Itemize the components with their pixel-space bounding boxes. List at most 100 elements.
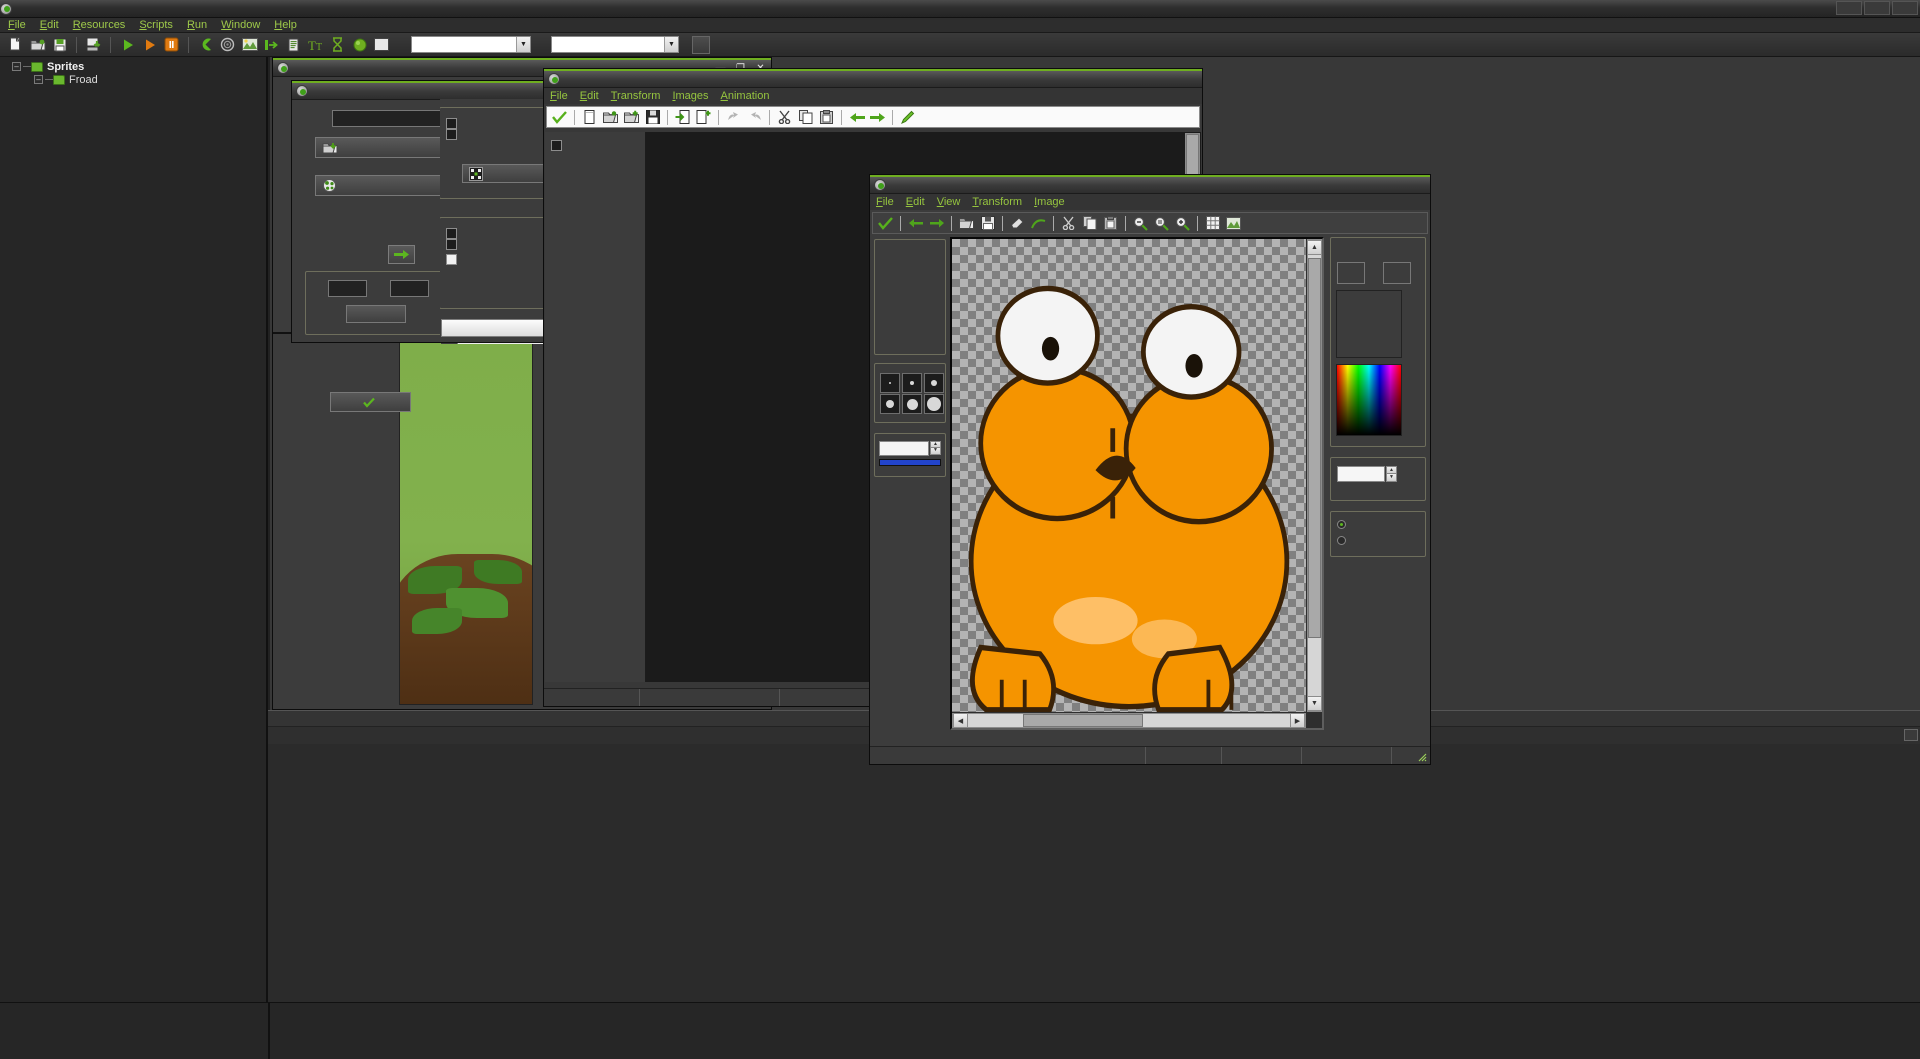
close-button[interactable]: [1182, 72, 1201, 87]
image-editor-window-controls[interactable]: [1370, 178, 1430, 193]
redo-icon[interactable]: [927, 214, 946, 233]
resource-tree[interactable]: – Sprites – Froad: [0, 57, 268, 1002]
tree-item-sprites[interactable]: – Sprites: [0, 60, 266, 73]
new-image-icon[interactable]: [580, 108, 599, 127]
chevron-down-icon[interactable]: ▼: [516, 37, 530, 52]
color-picker-gradient[interactable]: [1336, 364, 1402, 436]
used-for-3d-checkbox-2[interactable]: [446, 254, 457, 265]
sprite-editor-menu-animation[interactable]: Animation: [721, 90, 770, 102]
image-editor-canvas-frame[interactable]: ▲ ▼ ◀ ▶: [950, 237, 1324, 730]
menu-item-run[interactable]: Run: [187, 19, 207, 31]
brush-size-2[interactable]: [902, 373, 922, 393]
image-editor-canvas[interactable]: [952, 239, 1306, 712]
brush-size-6[interactable]: [924, 394, 944, 414]
manage-button[interactable]: [692, 35, 710, 54]
create-object-icon[interactable]: [350, 35, 369, 54]
ok-check-icon[interactable]: [876, 214, 895, 233]
scrollbar-thumb-vertical[interactable]: [1308, 258, 1321, 638]
save-all-icon[interactable]: [84, 35, 103, 54]
scroll-up-arrow[interactable]: ▲: [1307, 240, 1322, 255]
sprite-editor-menu-transform[interactable]: Transform: [611, 90, 661, 102]
resize-grip-icon[interactable]: [1415, 750, 1427, 762]
configuration-select[interactable]: ▼: [551, 36, 679, 53]
load-sprite-button[interactable]: [315, 137, 458, 158]
hardness-input[interactable]: [879, 441, 929, 456]
sprite-editor-menu-edit[interactable]: Edit: [580, 90, 599, 102]
hardness-stepper[interactable]: ▲ ▼: [930, 441, 941, 456]
menu-item-file[interactable]: File: [8, 19, 26, 31]
zoom-fit-icon[interactable]: [1152, 214, 1171, 233]
maximize-button[interactable]: [1390, 178, 1409, 193]
window-controls[interactable]: [1836, 1, 1918, 15]
sprite-name-input[interactable]: [332, 110, 451, 127]
copy-icon[interactable]: [796, 108, 815, 127]
copy-icon[interactable]: [1080, 214, 1099, 233]
stop-icon[interactable]: [162, 35, 181, 54]
zoom-out-icon[interactable]: [1131, 214, 1150, 233]
create-font-icon[interactable]: TT: [306, 35, 325, 54]
left-color-swatch[interactable]: [1337, 262, 1365, 284]
grid-icon[interactable]: [1203, 214, 1222, 233]
create-sound-icon[interactable]: [218, 35, 237, 54]
zoom-in-icon[interactable]: [1173, 214, 1192, 233]
save-image-icon[interactable]: [643, 108, 662, 127]
run-icon[interactable]: [118, 35, 137, 54]
brush-size-grid[interactable]: [880, 373, 945, 414]
paste-icon[interactable]: [817, 108, 836, 127]
menu-item-help[interactable]: Help: [274, 19, 297, 31]
precise-collision-checkbox-2[interactable]: [446, 118, 457, 129]
paste-icon[interactable]: [1101, 214, 1120, 233]
ok-check-icon[interactable]: [550, 108, 569, 127]
chevron-down-icon[interactable]: ▼: [664, 37, 678, 52]
tile-horizontal-checkbox-2[interactable]: [446, 228, 457, 239]
image-editor-menu-image[interactable]: Image: [1034, 196, 1065, 208]
menu-item-window[interactable]: Window: [221, 19, 260, 31]
image-editor-menu-edit[interactable]: Edit: [906, 196, 925, 208]
scroll-right-arrow[interactable]: ▶: [1290, 713, 1305, 728]
scroll-down-arrow[interactable]: ▼: [1307, 696, 1322, 711]
maximize-button[interactable]: [1864, 1, 1890, 15]
tree-item-froad[interactable]: – Froad: [0, 73, 266, 86]
create-room-icon[interactable]: [372, 35, 391, 54]
cut-icon[interactable]: [775, 108, 794, 127]
color-mode-blend-radio[interactable]: [1337, 520, 1350, 529]
compile-panel-collapse-icon[interactable]: [1904, 729, 1918, 741]
move-right-icon[interactable]: [868, 108, 887, 127]
collapse-toggle-icon[interactable]: –: [12, 62, 21, 71]
target-select[interactable]: ▼: [411, 36, 531, 53]
sprite-editor-window-controls[interactable]: [1142, 72, 1202, 87]
brush-size-1[interactable]: [880, 373, 900, 393]
separate-masks-checkbox-2[interactable]: [446, 129, 457, 140]
texture-group-select-2[interactable]: [441, 319, 551, 337]
menu-item-edit[interactable]: Edit: [40, 19, 59, 31]
right-color-swatch[interactable]: [1383, 262, 1411, 284]
image-settings-icon[interactable]: [1224, 214, 1243, 233]
add-image-icon[interactable]: [622, 108, 641, 127]
cut-icon[interactable]: [1059, 214, 1078, 233]
origin-x-input[interactable]: [328, 280, 367, 297]
new-file-icon[interactable]: [6, 35, 25, 54]
open-icon[interactable]: [957, 214, 976, 233]
opacity-stepper[interactable]: ▲ ▼: [1386, 466, 1397, 482]
minimize-button[interactable]: [1370, 178, 1389, 193]
show-preview-checkbox[interactable]: [551, 140, 562, 151]
brush-size-3[interactable]: [924, 373, 944, 393]
debug-run-icon[interactable]: [140, 35, 159, 54]
save-icon[interactable]: [978, 214, 997, 233]
move-left-icon[interactable]: [847, 108, 866, 127]
menu-item-resources[interactable]: Resources: [73, 19, 126, 31]
collapse-toggle-icon[interactable]: –: [34, 75, 43, 84]
image-editor-menu-file[interactable]: File: [876, 196, 894, 208]
brush-size-5[interactable]: [902, 394, 922, 414]
brush-size-4[interactable]: [880, 394, 900, 414]
show-next-subimage-button[interactable]: [388, 245, 415, 264]
undo-icon[interactable]: [906, 214, 925, 233]
canvas-vertical-scrollbar[interactable]: ▲ ▼: [1307, 239, 1322, 712]
canvas-horizontal-scrollbar[interactable]: ◀ ▶: [952, 713, 1306, 728]
eraser-icon[interactable]: [1008, 214, 1027, 233]
create-background-icon[interactable]: [240, 35, 259, 54]
opacity-input[interactable]: [1337, 466, 1385, 482]
tile-vertical-checkbox-2[interactable]: [446, 239, 457, 250]
create-script-icon[interactable]: [284, 35, 303, 54]
scroll-left-arrow[interactable]: ◀: [953, 713, 968, 728]
